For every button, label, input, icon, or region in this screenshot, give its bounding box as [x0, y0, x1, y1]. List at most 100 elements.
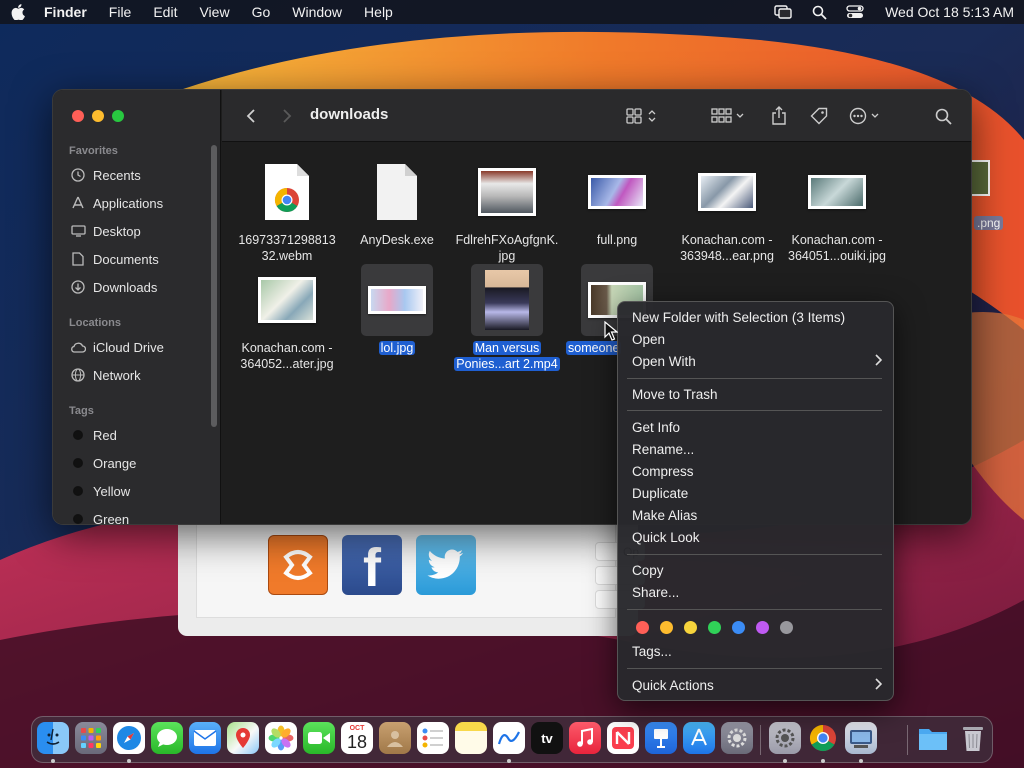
file-item[interactable]: full.png [564, 156, 670, 248]
search-icon[interactable] [932, 104, 954, 128]
file-name: lol.jpg [378, 341, 416, 355]
finder-app-icon[interactable] [37, 722, 69, 754]
twitter-icon[interactable] [416, 535, 476, 595]
calendar-app-icon[interactable]: OCT 18 [341, 722, 373, 754]
file-item[interactable]: 16973371298813 32.webm [234, 156, 340, 264]
finder-toolbar: downloads [222, 90, 971, 142]
action-menu-button[interactable] [848, 104, 888, 128]
running-indicator [51, 759, 55, 763]
sidebar-tag-red[interactable]: Red [69, 425, 117, 445]
tag-color-green[interactable] [708, 621, 721, 634]
menu-item-open[interactable]: Open [632, 330, 665, 350]
sidebar-item-documents[interactable]: Documents [69, 249, 159, 269]
share-button[interactable] [768, 104, 790, 128]
menu-item-compress[interactable]: Compress [632, 462, 694, 482]
menu-edit[interactable]: Edit [153, 4, 177, 20]
zoom-window-button[interactable] [112, 110, 124, 122]
menu-view[interactable]: View [199, 4, 229, 20]
photos-app-icon[interactable] [265, 722, 297, 754]
menu-file[interactable]: File [109, 4, 132, 20]
trash-icon[interactable] [957, 722, 989, 754]
menu-item-new-folder-with-selection[interactable]: New Folder with Selection (3 Items) [632, 308, 845, 328]
chrome-app-icon[interactable] [807, 722, 839, 754]
reminders-app-icon[interactable] [417, 722, 449, 754]
notes-app-icon[interactable] [455, 722, 487, 754]
menu-item-move-to-trash[interactable]: Move to Trash [632, 385, 718, 405]
tag-color-blue[interactable] [732, 621, 745, 634]
menu-item-tags[interactable]: Tags... [632, 642, 672, 662]
file-item-selected[interactable]: lol.jpg [344, 264, 450, 356]
utility-app-icon[interactable] [845, 722, 877, 754]
music-app-icon[interactable] [569, 722, 601, 754]
sidebar-tag-yellow[interactable]: Yellow [69, 481, 130, 501]
tag-color-red[interactable] [636, 621, 649, 634]
sidebar-item-recents[interactable]: Recents [69, 165, 141, 185]
menu-item-duplicate[interactable]: Duplicate [632, 484, 688, 504]
menu-item-quick-look[interactable]: Quick Look [632, 528, 700, 548]
spotlight-search-icon[interactable] [809, 4, 829, 20]
tag-color-yellow[interactable] [684, 621, 697, 634]
menu-item-copy[interactable]: Copy [632, 561, 664, 581]
file-item[interactable]: FdlrehFXoAgfgnK. jpg [454, 156, 560, 264]
file-item[interactable]: Konachan.com - 364052...ater.jpg [234, 264, 340, 372]
menu-item-open-with[interactable]: Open With [632, 352, 883, 372]
messages-app-icon[interactable] [151, 722, 183, 754]
menu-item-quick-actions[interactable]: Quick Actions [632, 676, 883, 696]
menu-item-get-info[interactable]: Get Info [632, 418, 680, 438]
forward-button[interactable] [278, 104, 296, 128]
sidebar-item-icloud-drive[interactable]: iCloud Drive [69, 337, 164, 357]
system-preferences-app-icon[interactable] [769, 722, 801, 754]
menu-go[interactable]: Go [252, 4, 271, 20]
sidebar-item-network[interactable]: Network [69, 365, 141, 385]
sidebar-tag-orange[interactable]: Orange [69, 453, 136, 473]
file-thumbnail [471, 156, 543, 228]
file-item-selected[interactable]: Man versus Ponies...art 2.mp4 [454, 264, 560, 372]
sidebar-item-label: Red [93, 427, 117, 443]
menu-window[interactable]: Window [292, 4, 342, 20]
screen-mirroring-icon[interactable] [773, 4, 793, 20]
file-item[interactable]: AnyDesk.exe [344, 156, 450, 248]
menu-app-finder[interactable]: Finder [44, 4, 87, 20]
maps-app-icon[interactable] [227, 722, 259, 754]
sidebar-scrollbar[interactable] [211, 145, 217, 427]
tag-color-gray[interactable] [780, 621, 793, 634]
safari-app-icon[interactable] [113, 722, 145, 754]
system-settings-app-icon[interactable] [721, 722, 753, 754]
xampp-icon[interactable] [268, 535, 328, 595]
menu-help[interactable]: Help [364, 4, 393, 20]
facetime-app-icon[interactable] [303, 722, 335, 754]
contacts-app-icon[interactable] [379, 722, 411, 754]
app-store-app-icon[interactable] [683, 722, 715, 754]
launchpad-app-icon[interactable] [75, 722, 107, 754]
apple-icon[interactable] [10, 4, 26, 20]
desktop-file-partial[interactable]: .png [972, 142, 1024, 238]
menu-item-rename[interactable]: Rename... [632, 440, 694, 460]
file-item[interactable]: Konachan.com - 363948...ear.png [674, 156, 780, 264]
sidebar-tag-green[interactable]: Green [69, 509, 129, 524]
facebook-icon[interactable]: f [342, 535, 402, 595]
sidebar-item-downloads[interactable]: Downloads [69, 277, 157, 297]
tag-color-orange[interactable] [660, 621, 673, 634]
keynote-app-icon[interactable] [645, 722, 677, 754]
blank-document-icon [377, 164, 417, 220]
menubar-clock[interactable]: Wed Oct 18 5:13 AM [885, 4, 1014, 20]
freeform-app-icon[interactable] [493, 722, 525, 754]
sidebar-item-desktop[interactable]: Desktop [69, 221, 141, 241]
control-center-icon[interactable] [845, 4, 865, 20]
running-indicator [783, 759, 787, 763]
sidebar-item-applications[interactable]: Applications [69, 193, 163, 213]
menu-item-make-alias[interactable]: Make Alias [632, 506, 697, 526]
tag-button[interactable] [808, 104, 830, 128]
back-button[interactable] [242, 104, 260, 128]
view-mode-button[interactable] [624, 104, 664, 128]
apple-tv-app-icon[interactable]: tv [531, 722, 563, 754]
mail-app-icon[interactable] [189, 722, 221, 754]
downloads-folder-dock-icon[interactable] [917, 722, 949, 754]
tag-color-purple[interactable] [756, 621, 769, 634]
close-window-button[interactable] [72, 110, 84, 122]
minimize-window-button[interactable] [92, 110, 104, 122]
file-item[interactable]: Konachan.com - 364051...ouiki.jpg [784, 156, 890, 264]
news-app-icon[interactable] [607, 722, 639, 754]
menu-item-share[interactable]: Share... [632, 583, 679, 603]
group-by-button[interactable] [710, 104, 750, 128]
